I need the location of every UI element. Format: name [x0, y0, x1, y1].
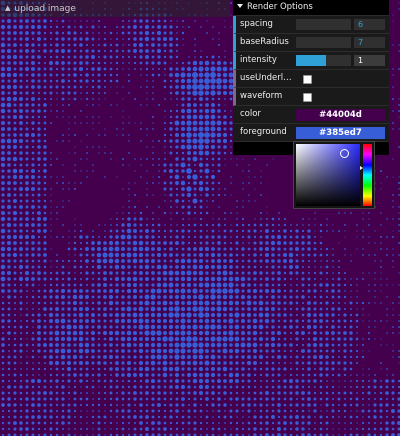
upload-image-button[interactable]: ▲ upload image	[0, 0, 230, 17]
intensity-slider-fill	[296, 55, 327, 66]
color-picker-popup	[293, 141, 375, 209]
render-options-panel: Render Options spacing 6 baseRadius 7 in…	[233, 0, 389, 155]
panel-title-bar[interactable]: Render Options	[233, 0, 389, 16]
foreground-row: foreground #385ed7	[233, 124, 389, 142]
saturation-value-area[interactable]	[296, 144, 360, 206]
base-radius-slider[interactable]	[296, 37, 351, 48]
waveform-row: waveform	[233, 88, 389, 106]
use-underlying-label: useUnderlying...	[240, 73, 296, 83]
upload-arrow-icon: ▲	[5, 4, 11, 12]
base-radius-input[interactable]: 7	[354, 37, 385, 48]
upload-image-label: upload image	[14, 4, 76, 14]
spacing-slider[interactable]	[296, 19, 351, 30]
foreground-label: foreground	[240, 127, 287, 137]
intensity-label: intensity	[240, 55, 277, 65]
color-value-field[interactable]: #44004d	[296, 109, 385, 121]
collapse-triangle-icon	[237, 4, 243, 8]
color-label: color	[240, 109, 261, 119]
spacing-row: spacing 6	[233, 16, 389, 34]
hue-slider[interactable]	[360, 144, 372, 206]
intensity-row: intensity 1	[233, 52, 389, 70]
color-picker-knob[interactable]	[340, 149, 349, 158]
hue-marker	[360, 166, 363, 170]
intensity-input[interactable]: 1	[354, 55, 385, 66]
spacing-label: spacing	[240, 19, 273, 29]
panel-title: Render Options	[247, 2, 313, 12]
use-underlying-checkbox[interactable]	[303, 75, 312, 84]
spacing-input[interactable]: 6	[354, 19, 385, 30]
waveform-checkbox[interactable]	[303, 93, 312, 102]
base-radius-label: baseRadius	[240, 37, 289, 47]
waveform-label: waveform	[240, 91, 283, 101]
foreground-value-field[interactable]: #385ed7	[296, 127, 385, 139]
intensity-slider[interactable]	[296, 55, 351, 66]
base-radius-row: baseRadius 7	[233, 34, 389, 52]
color-row: color #44004d	[233, 106, 389, 124]
use-underlying-row: useUnderlying...	[233, 70, 389, 88]
